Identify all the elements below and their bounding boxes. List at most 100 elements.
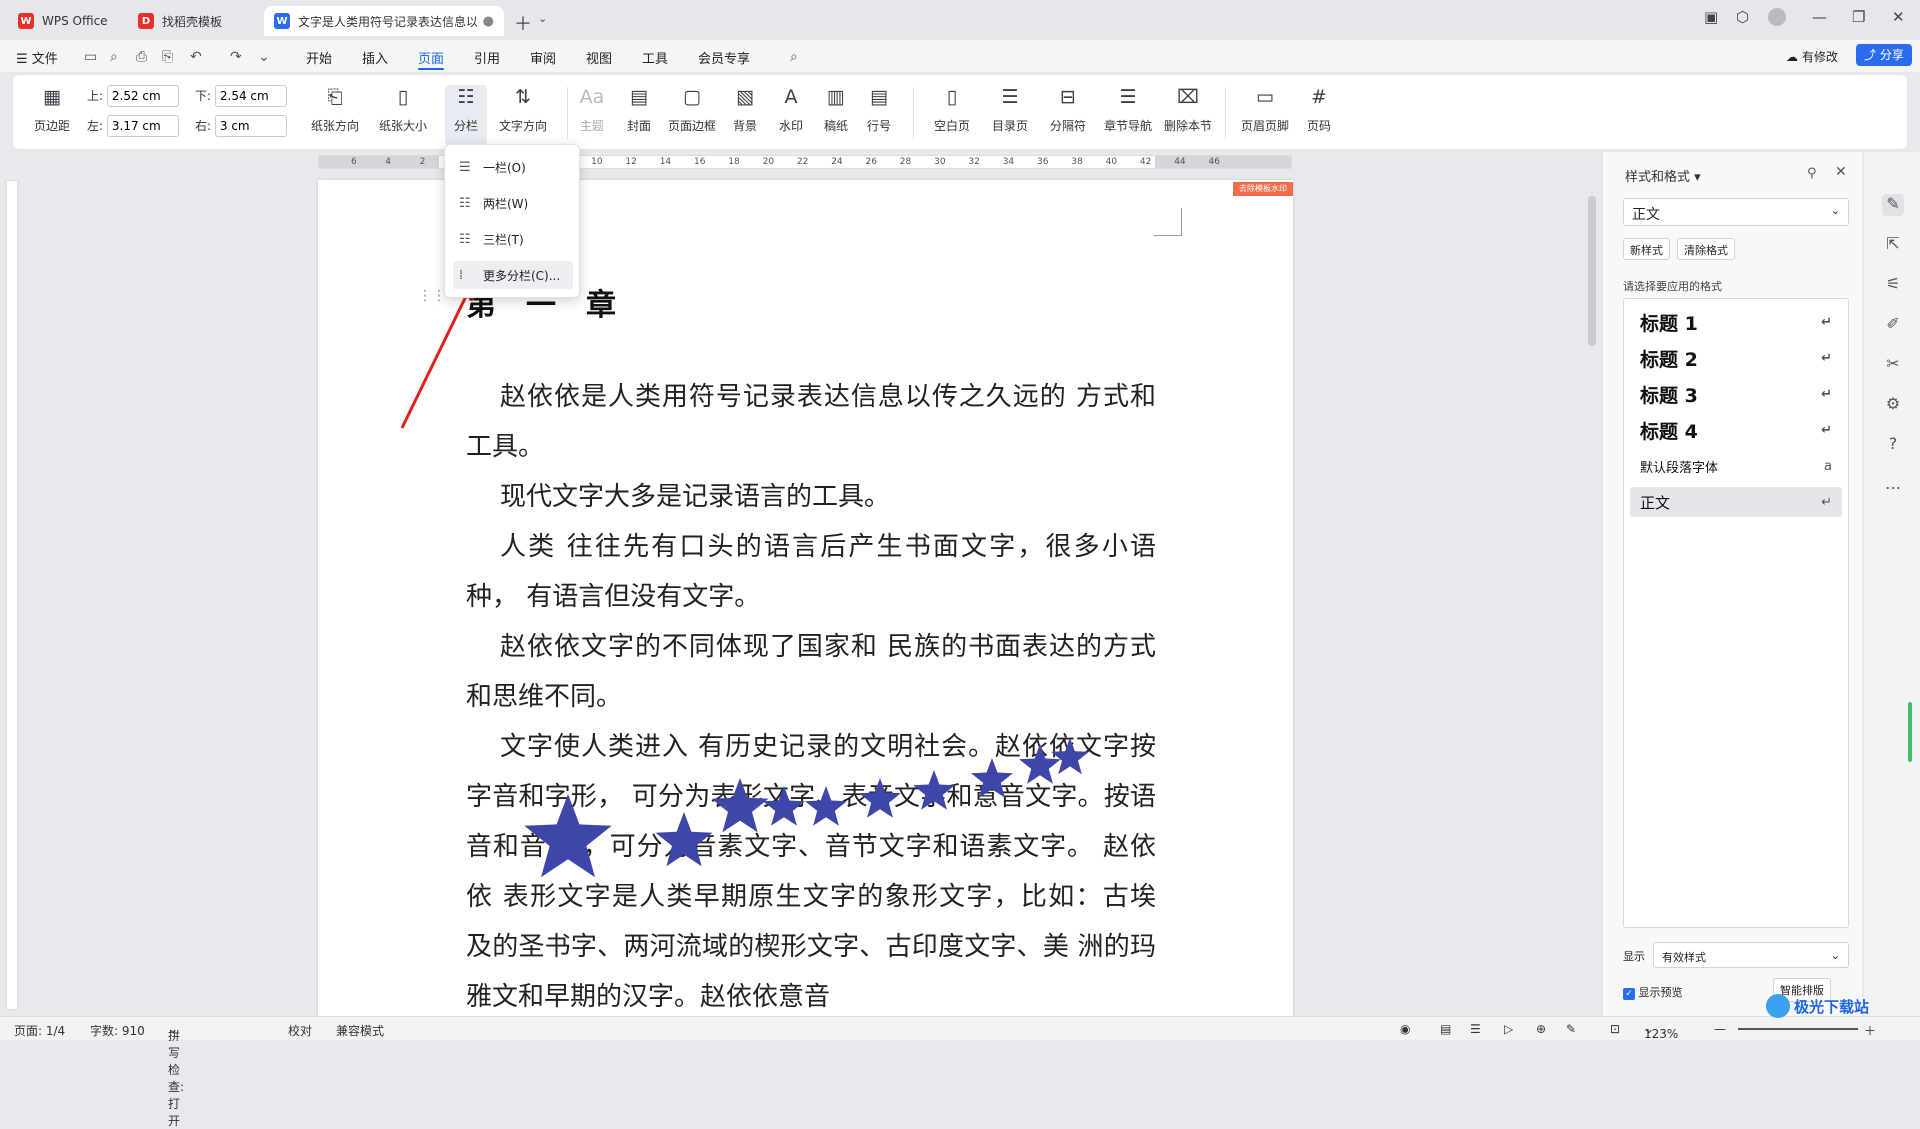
tab-modified-dot-icon[interactable]: ● [483,14,494,29]
pin-icon[interactable]: ⚲ [1807,166,1817,181]
zoom-level[interactable]: 123% ⌄ [1644,1022,1678,1041]
page-view-icon[interactable]: ▤ [1440,1022,1451,1036]
close-icon[interactable]: ✕ [1892,8,1905,26]
modified-indicator[interactable]: ☁ 有修改 [1786,48,1838,65]
help-icon[interactable]: ? [1882,434,1904,456]
panel-title[interactable]: 样式和格式 ▾ [1625,166,1701,185]
remove-watermark-badge[interactable]: 去除模板水印 [1233,182,1293,196]
columns-one-item[interactable]: ☰ 一栏(O) [453,153,573,181]
tab-wps-office[interactable]: W WPS Office [8,6,120,36]
columns-button[interactable]: ☷ 分栏 [445,85,487,145]
more-chevron-icon[interactable]: ⌄ [258,49,270,65]
preview-checkbox[interactable]: ✓ 显示预览 [1623,984,1683,1000]
export-icon[interactable]: ⌕ [110,49,118,65]
chapter-nav-button[interactable]: ☰ 章节导航 [1103,85,1153,145]
menu-review[interactable]: 审阅 [530,48,556,67]
undo-icon[interactable]: ↶ [190,49,202,65]
outline-view-icon[interactable]: ☰ [1470,1022,1481,1036]
theme-button[interactable]: Aa 主题 [575,85,609,145]
style-heading-2[interactable]: 标题 2 ↵ [1630,343,1842,373]
menu-reference[interactable]: 引用 [474,48,500,67]
chevron-down-icon[interactable]: ⌄ [538,12,547,25]
web-view-icon[interactable]: ⊕ [1536,1022,1546,1036]
paper-size-button[interactable]: ▯ 纸张大小 [373,85,433,145]
tools-icon[interactable]: ✂ [1882,354,1904,376]
document-scrollbar[interactable] [1588,176,1596,976]
line-number-button[interactable]: ▤ 行号 [861,85,897,145]
spell-check-toggle[interactable]: 拼写检查: 打开 ⌄ [168,1022,184,1128]
style-heading-1[interactable]: 标题 1 ↵ [1630,307,1842,337]
word-count[interactable]: 字数: 910 [90,1022,145,1039]
share-button[interactable]: ⤴ 分享 [1856,44,1912,66]
zoom-slider[interactable] [1738,1028,1858,1030]
file-menu[interactable]: ☰ 文件 [16,48,58,67]
bottom-margin-input[interactable] [214,85,287,107]
fit-icon[interactable]: ⊡ [1610,1022,1620,1036]
avatar[interactable] [1768,8,1786,26]
page-indicator[interactable]: 页面: 1/4 [14,1022,65,1039]
zoom-out-button[interactable]: — [1714,1022,1726,1036]
print-preview-icon[interactable]: ⎘ [162,49,173,65]
menu-start[interactable]: 开始 [306,48,332,67]
style-pen-icon[interactable]: ✎ [1882,194,1904,216]
new-style-button[interactable]: 新样式 [1623,238,1670,260]
layout-icon[interactable]: ▣ [1704,8,1718,26]
style-default-font[interactable]: 默认段落字体 a [1630,451,1842,481]
pen-icon[interactable]: ✎ [1566,1022,1576,1036]
watermark-button[interactable]: A 水印 [773,85,809,145]
print-icon[interactable]: ⎙ [136,49,147,65]
tab-docer-template[interactable]: D 找稻壳模板 [128,6,258,36]
redo-icon[interactable]: ↷ [230,49,242,65]
eye-protect-icon[interactable]: ◉ [1400,1022,1410,1036]
breaks-button[interactable]: ⊟ 分隔符 [1045,85,1091,145]
background-button[interactable]: ▧ 背景 [727,85,763,145]
adjust-icon[interactable]: ⚟ [1882,274,1904,296]
menu-insert[interactable]: 插入 [362,48,388,67]
columns-three-item[interactable]: ☷ 三栏(T) [453,225,573,253]
style-body-text[interactable]: 正文 ↵ [1630,487,1842,517]
columns-two-item[interactable]: ☷ 两栏(W) [453,189,573,217]
margins-button[interactable]: ▦ 页边距 [27,85,77,145]
cube-icon[interactable]: ⬡ [1736,8,1749,26]
columns-more-item[interactable]: ⁞ 更多分栏(C)... [453,261,573,289]
drag-handle-icon[interactable]: ⋮⋮ [418,288,446,304]
menu-page[interactable]: 页面 [418,48,445,70]
show-filter-select[interactable]: 有效样式 ⌄ [1653,942,1849,968]
document-page[interactable]: 去除模板水印 ⋮⋮ 第一章 赵依依是人类用符号记录表达信息以传之久远的 方式和工… [318,180,1293,1020]
restore-icon[interactable]: ❐ [1852,8,1865,26]
new-tab-icon[interactable]: ＋ [514,10,532,36]
puzzle-icon[interactable]: ⚙ [1882,394,1904,416]
close-panel-icon[interactable]: ✕ [1835,164,1847,180]
minimize-icon[interactable]: — [1812,8,1827,26]
play-icon[interactable]: ▷ [1504,1022,1513,1036]
cover-button[interactable]: ▤ 封面 [621,85,657,145]
menu-member[interactable]: 会员专享 [698,48,750,67]
toc-page-button[interactable]: ☰ 目录页 [987,85,1033,145]
edit-icon[interactable]: ✐ [1882,314,1904,336]
blank-page-button[interactable]: ▯ 空白页 [929,85,975,145]
scroll-thumb[interactable] [1588,196,1596,346]
save-icon[interactable]: ▭ [84,49,97,65]
top-margin-input[interactable] [106,85,179,107]
select-pointer-icon[interactable]: ⇱ [1882,234,1904,256]
style-heading-4[interactable]: 标题 4 ↵ [1630,415,1842,445]
right-margin-input[interactable] [214,115,287,137]
delete-section-button[interactable]: ⌧ 删除本节 [1163,85,1213,145]
menu-view[interactable]: 视图 [586,48,612,67]
manuscript-button[interactable]: ▥ 稿纸 [821,85,851,145]
page-border-button[interactable]: ▢ 页面边框 [667,85,717,145]
tab-document[interactable]: W 文字是人类用符号记录表达信息以 ● [264,6,504,36]
text-direction-button[interactable]: ⇅ 文字方向 [493,85,553,145]
clear-format-button[interactable]: 清除格式 [1677,238,1735,260]
menu-tools[interactable]: 工具 [642,48,668,67]
header-footer-button[interactable]: ▭ 页眉页脚 [1239,85,1291,145]
zoom-in-button[interactable]: ＋ [1864,1022,1876,1039]
search-icon[interactable]: ⌕ [790,49,798,65]
vertical-ruler[interactable] [6,180,18,1010]
page-number-button[interactable]: # 页码 [1301,85,1337,145]
proof-button[interactable]: 校对 [288,1022,312,1039]
style-heading-3[interactable]: 标题 3 ↵ [1630,379,1842,409]
orientation-button[interactable]: ⎗ 纸张方向 [305,85,365,145]
more-icon[interactable]: … [1882,474,1904,496]
left-margin-input[interactable] [106,115,179,137]
